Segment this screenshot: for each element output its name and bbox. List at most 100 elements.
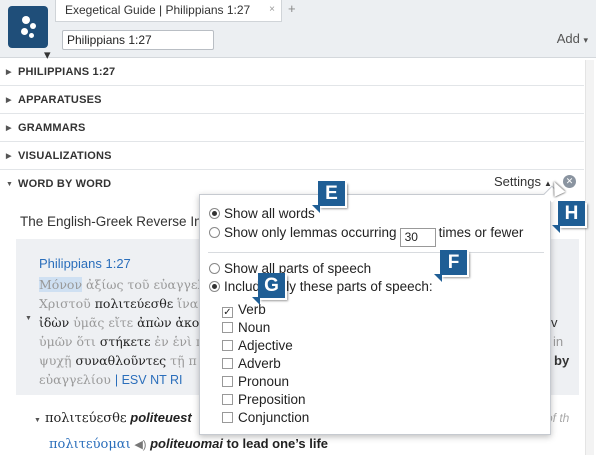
text-fragment: in: [553, 334, 564, 349]
greek-text: ἐν ἑνὶ π: [150, 334, 205, 349]
divider: [208, 252, 544, 253]
expand-triangle-icon: ▶: [6, 69, 12, 76]
greek-text: ὑμῶν ὅτι: [39, 334, 100, 349]
checkbox-label: Preposition: [238, 392, 306, 407]
greek-text: ὑμᾶς εἴτε: [73, 315, 138, 330]
checkbox-adjective[interactable]: Adjective: [222, 338, 293, 353]
checkbox-pronoun[interactable]: Pronoun: [222, 374, 289, 389]
lemma-transliteration: politeuomai: [150, 436, 224, 451]
greek-text: τῇ π: [166, 353, 197, 368]
section-philippians[interactable]: ▶ PHILIPPIANS 1:27: [0, 59, 584, 86]
checkbox[interactable]: [222, 394, 233, 405]
word-entry-row[interactable]: ▼ πολιτεύεσθε politeuest: [34, 410, 192, 426]
top-bar: ▾ Exegetical Guide | Philippians 1:27 × …: [0, 0, 596, 62]
checkbox-label: Pronoun: [238, 374, 290, 389]
radio-show-all-words[interactable]: Show all words: [209, 206, 315, 221]
callout-f: F: [434, 250, 467, 282]
callout-g: G: [252, 273, 285, 305]
section-label: GRAMMARS: [18, 122, 86, 134]
checkbox-label: Conjunction: [238, 410, 310, 425]
section-grammars[interactable]: ▶ GRAMMARS: [0, 115, 584, 142]
callout-h: H: [552, 201, 585, 233]
greek-line: εὐαγγελίου | ESV NT RI: [39, 372, 183, 387]
add-menu-label: Add: [556, 31, 580, 46]
radio-show-all-pos[interactable]: Show all parts of speech: [209, 261, 371, 276]
tab-close-icon[interactable]: ×: [269, 0, 275, 20]
radio-button[interactable]: [209, 263, 220, 274]
expand-triangle-icon: ▶: [6, 125, 12, 132]
greek-word[interactable]: Μόνον: [39, 277, 83, 292]
translation-link[interactable]: | ESV NT RI: [115, 373, 183, 387]
reference-input[interactable]: Philippians 1:27: [62, 30, 214, 50]
radio-label: Show only lemmas occurring: [224, 225, 397, 240]
expand-triangle-icon: ▶: [6, 153, 12, 160]
section-apparatuses[interactable]: ▶ APPARATUSES: [0, 87, 584, 114]
greek-line: Μόνον ἀξίως τοῦ εὐαγγελ: [39, 277, 205, 292]
radio-label: Show all words: [224, 206, 315, 221]
new-tab-button[interactable]: +: [288, 1, 296, 16]
passage-reference-link[interactable]: Philippians 1:27: [39, 256, 131, 271]
settings-button[interactable]: Settings ▲: [494, 174, 552, 189]
greek-word[interactable]: πολιτεύεσθε: [95, 296, 174, 311]
text-fragment: by: [554, 353, 570, 368]
radio-label: Include only these parts of speech:: [224, 279, 433, 294]
checkbox-label: Noun: [238, 320, 271, 335]
greek-word[interactable]: στήκετε: [100, 334, 151, 349]
chevron-down-icon: ▾: [583, 35, 588, 45]
logo-dot: [22, 16, 30, 24]
checkbox-conjunction[interactable]: Conjunction: [222, 410, 309, 425]
radio-button[interactable]: [209, 281, 220, 292]
logo-dot: [21, 28, 28, 35]
section-visualizations[interactable]: ▶ VISUALIZATIONS: [0, 143, 584, 170]
radio-button[interactable]: [209, 227, 220, 238]
greek-line: Χριστοῦ πολιτεύεσθε ἵνα: [39, 296, 198, 311]
lemma-link[interactable]: πολιτεύομαι: [49, 437, 131, 452]
collapse-triangle-icon: ▼: [6, 181, 14, 188]
checkbox[interactable]: ✓: [222, 307, 233, 318]
radio-label-suffix: times or fewer: [438, 225, 524, 240]
greek-text: Χριστοῦ: [39, 296, 95, 311]
word-transliteration: politeuest: [130, 410, 192, 425]
settings-popup: Show all words Show only lemmas occurrin…: [199, 185, 561, 435]
greek-text: ψυχῇ: [39, 353, 76, 368]
settings-label: Settings: [494, 174, 541, 189]
radio-include-only-pos[interactable]: Include only these parts of speech:: [209, 279, 433, 294]
section-label: APPARATUSES: [18, 94, 102, 106]
greek-word[interactable]: ἰδὼν: [39, 315, 73, 330]
checkbox[interactable]: [222, 322, 233, 333]
greek-text: εὐαγγελίου: [39, 372, 111, 387]
greek-line: ὑμῶν ὅτι στήκετε ἐν ἑνὶ π: [39, 334, 204, 349]
radio-button[interactable]: [209, 208, 220, 219]
greek-text: ἀξίως τοῦ εὐαγγελ: [82, 277, 206, 292]
collapse-triangle-icon: ▼: [34, 417, 41, 424]
checkbox-label: Adverb: [238, 356, 281, 371]
resource-title: The English-Greek Reverse In: [20, 214, 202, 229]
occurrence-count-input[interactable]: 30: [399, 228, 436, 247]
close-section-icon[interactable]: ✕: [563, 175, 576, 188]
scrollbar[interactable]: [585, 60, 594, 455]
checkbox[interactable]: [222, 358, 233, 369]
tab-title: Exegetical Guide | Philippians 1:27: [65, 3, 251, 17]
checkbox[interactable]: [222, 412, 233, 423]
logo-dot: [29, 33, 34, 38]
tab-exegetical-guide[interactable]: Exegetical Guide | Philippians 1:27 ×: [55, 0, 282, 22]
lemma-gloss: to lead one’s life: [226, 436, 329, 451]
checkbox[interactable]: [222, 376, 233, 387]
lemma-row: πολιτεύομαι ◀) politeuomai to lead one’s…: [49, 436, 328, 452]
checkbox-preposition[interactable]: Preposition: [222, 392, 306, 407]
speaker-icon[interactable]: ◀): [134, 439, 146, 451]
checkbox-label: Adjective: [238, 338, 293, 353]
logos-logo-icon[interactable]: [8, 6, 48, 48]
greek-word[interactable]: συναθλοῦντες: [75, 353, 166, 368]
checkbox[interactable]: [222, 340, 233, 351]
expand-triangle-icon[interactable]: ▼: [25, 315, 32, 322]
add-menu-button[interactable]: Add ▾: [557, 31, 588, 46]
checkbox-noun[interactable]: Noun: [222, 320, 270, 335]
word-greek: πολιτεύεσθε: [44, 411, 127, 426]
greek-word[interactable]: ἀπὼν ἀκο: [137, 315, 199, 330]
text-fragment: v: [551, 315, 558, 330]
greek-line: ἰδὼν ὑμᾶς εἴτε ἀπὼν ἀκο: [39, 315, 199, 330]
logo-dot: [30, 23, 36, 29]
radio-show-only-lemmas[interactable]: Show only lemmas occurring 30 times or few…: [209, 225, 523, 247]
checkbox-adverb[interactable]: Adverb: [222, 356, 281, 371]
